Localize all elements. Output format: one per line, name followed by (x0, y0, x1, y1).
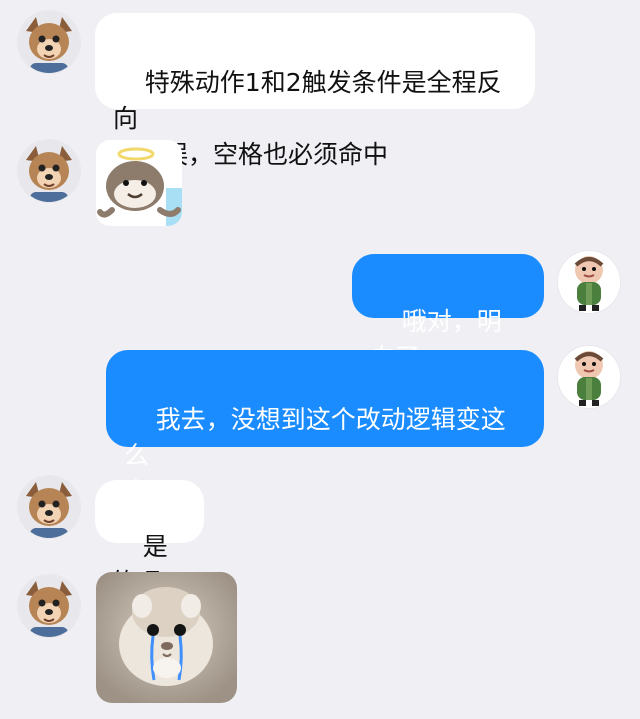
incoming-message-bubble[interactable]: 特殊动作1和2触发条件是全程反向 不失误，空格也必须命中 (95, 13, 535, 169)
dog-avatar[interactable] (18, 575, 80, 637)
chat-message-list[interactable]: 特殊动作1和2触发条件是全程反向 不失误，空格也必须命中 哦对，明 我去，没想到… (0, 0, 640, 719)
hamster-sticker-icon (96, 572, 237, 703)
dog-avatar[interactable] (18, 140, 80, 202)
dog-avatar[interactable] (18, 476, 80, 538)
dog-avatar-icon (18, 575, 80, 637)
crying-hamster-sticker[interactable] (96, 572, 237, 703)
incoming-message-bubble[interactable]: 是的呢 (95, 480, 204, 597)
man-avatar-icon (558, 346, 620, 408)
dog-avatar[interactable] (18, 11, 80, 73)
dog-avatar-icon (18, 140, 80, 202)
outgoing-message-bubble[interactable]: 我去，没想到这个改动逻辑变这么 多 (106, 350, 544, 506)
dog-avatar-icon (18, 11, 80, 73)
otter-halo-sticker[interactable] (96, 140, 182, 226)
man-avatar-icon (558, 251, 620, 313)
user-avatar[interactable] (558, 346, 620, 408)
dog-avatar-icon (18, 476, 80, 538)
user-avatar[interactable] (558, 251, 620, 313)
outgoing-message-bubble[interactable]: 哦对，明白了 (352, 254, 544, 372)
otter-sticker-icon (96, 140, 182, 226)
